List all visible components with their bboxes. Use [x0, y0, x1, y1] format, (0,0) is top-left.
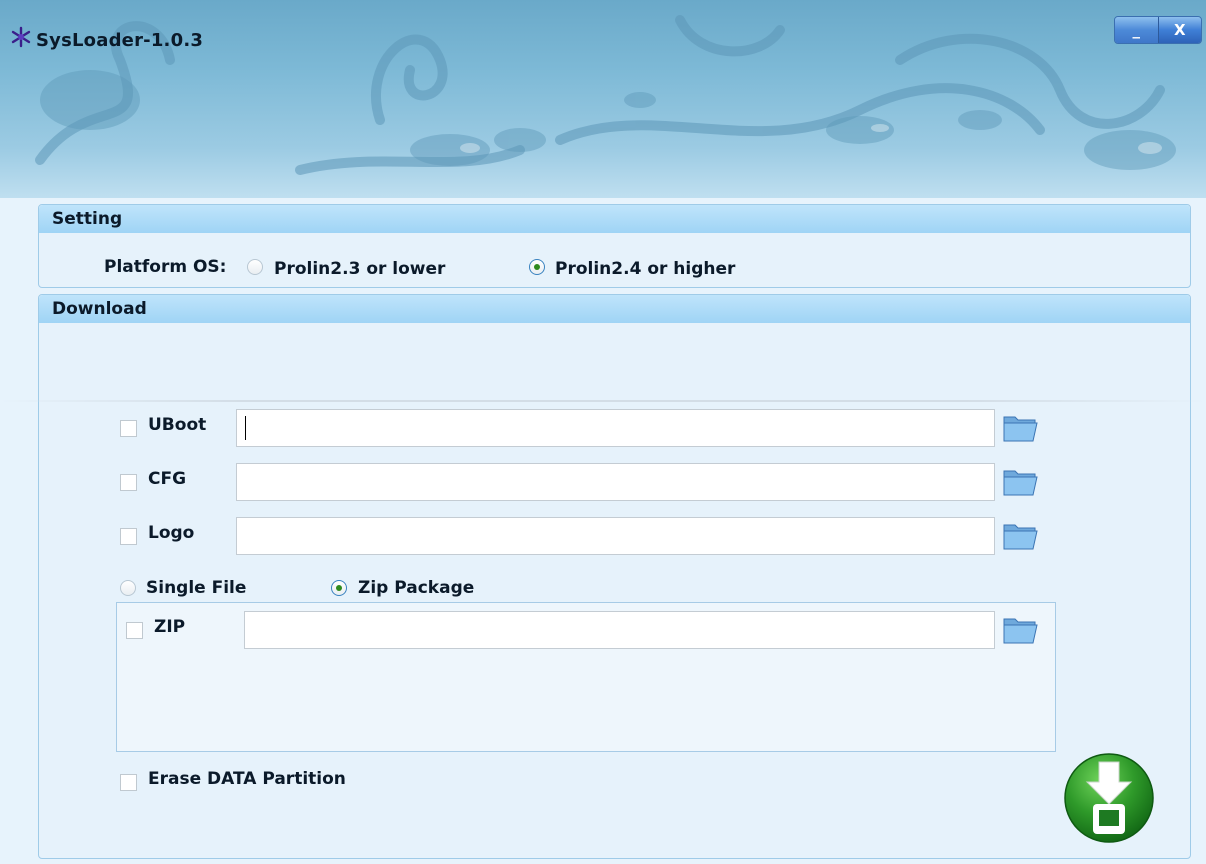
logo-path-input[interactable]	[236, 517, 995, 555]
erase-data-label: Erase DATA Partition	[148, 769, 346, 789]
cfg-checkbox[interactable]	[120, 474, 137, 491]
erase-data-checkbox[interactable]	[120, 774, 137, 791]
zip-package-label[interactable]: Zip Package	[358, 578, 474, 598]
download-divider	[0, 400, 1206, 402]
window-title: SysLoader-1.0.3	[36, 30, 204, 51]
prolin24-label[interactable]: Prolin2.4 or higher	[555, 259, 735, 279]
radio-single-file[interactable]	[120, 580, 136, 596]
uboot-checkbox[interactable]	[120, 420, 137, 437]
setting-panel: Setting Platform OS: Prolin2.3 or lower …	[38, 204, 1191, 288]
radio-prolin24[interactable]	[529, 259, 545, 275]
zip-label: ZIP	[154, 617, 186, 637]
sysloader-window: SysLoader-1.0.3 _ X Setting Platform OS:…	[0, 0, 1206, 864]
zip-path-input[interactable]	[244, 611, 995, 649]
download-panel-header: Download	[39, 295, 1190, 323]
cfg-path-input[interactable]	[236, 463, 995, 501]
logo-checkbox[interactable]	[120, 528, 137, 545]
uboot-label: UBoot	[148, 415, 207, 435]
single-file-label[interactable]: Single File	[146, 578, 246, 598]
cfg-label: CFG	[148, 469, 187, 489]
close-button[interactable]: X	[1157, 17, 1201, 43]
minimize-button[interactable]: _	[1115, 17, 1158, 43]
logo-folder-open-icon[interactable]	[1002, 519, 1040, 551]
zip-checkbox[interactable]	[126, 622, 143, 639]
cfg-folder-open-icon[interactable]	[1002, 465, 1040, 497]
text-caret	[245, 416, 246, 440]
setting-panel-header: Setting	[39, 205, 1190, 233]
window-controls: _ X	[1114, 16, 1202, 44]
radio-zip-package[interactable]	[331, 580, 347, 596]
platform-os-label: Platform OS:	[104, 257, 227, 277]
title-banner: SysLoader-1.0.3 _ X	[0, 0, 1206, 198]
zip-folder-open-icon[interactable]	[1002, 613, 1040, 645]
uboot-path-input[interactable]	[236, 409, 995, 447]
app-logo-icon	[11, 26, 31, 48]
uboot-folder-open-icon[interactable]	[1002, 411, 1040, 443]
radio-prolin23[interactable]	[247, 259, 263, 275]
download-to-device-icon[interactable]	[1063, 752, 1155, 844]
logo-label: Logo	[148, 523, 195, 543]
prolin23-label[interactable]: Prolin2.3 or lower	[274, 259, 445, 279]
